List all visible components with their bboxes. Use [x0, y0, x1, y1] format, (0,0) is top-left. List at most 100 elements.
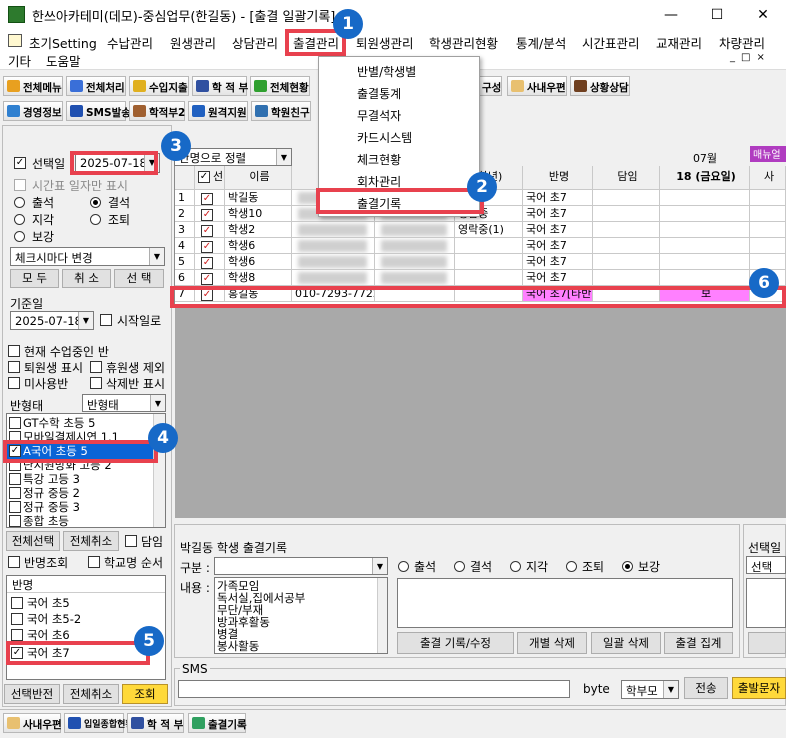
student-info[interactable]	[375, 222, 455, 238]
select-all-button[interactable]: 모 두	[10, 269, 59, 288]
attendance-mark[interactable]	[660, 190, 750, 206]
student-info[interactable]	[375, 254, 455, 270]
task-summary[interactable]: 입일종합현황	[64, 713, 134, 733]
reason-list[interactable]: 가족모임 독서실,집에서공부 무단/부재 방과후활동 병결 봉사활동	[214, 577, 388, 654]
sms-send-button[interactable]: 전송	[684, 677, 728, 699]
row-number[interactable]: 4	[175, 238, 195, 254]
tb-sms[interactable]: SMS발송	[66, 101, 131, 121]
row-checkbox[interactable]: ✓	[201, 225, 213, 237]
sms-target-select[interactable]: 학부모 ▼	[621, 680, 679, 699]
row-checkbox[interactable]: ✓	[201, 241, 213, 253]
student-extra[interactable]	[750, 190, 786, 206]
radio-present[interactable]	[14, 197, 25, 208]
radio-makeup[interactable]	[14, 231, 25, 242]
row-number[interactable]: 3	[175, 222, 195, 238]
menu-initial-setting[interactable]: 초기Setting	[29, 33, 97, 52]
menu-timetable[interactable]: 시간표관리	[582, 33, 640, 52]
student-name[interactable]: 학생6	[225, 238, 292, 254]
student-phone[interactable]	[292, 222, 375, 238]
tb-records[interactable]: 학 적 부	[192, 76, 248, 96]
student-school[interactable]	[455, 238, 523, 254]
manual-tag[interactable]: 매뉴얼	[750, 146, 786, 162]
deleted-checkbox[interactable]	[90, 377, 102, 389]
tb-remote[interactable]: 원격지원	[188, 101, 248, 121]
tb-consult[interactable]: 상황상담	[570, 76, 630, 96]
menu-students[interactable]: 원생관리	[170, 33, 216, 52]
menu-item-class-student[interactable]: 반별/학생별	[357, 63, 416, 80]
class-checkbox[interactable]	[9, 501, 21, 513]
attendance-sum-button[interactable]: 출결 집계	[664, 632, 733, 654]
tb-all-process[interactable]: 전체처리	[66, 76, 126, 96]
student-class[interactable]: 국어 초7	[523, 254, 593, 270]
select-day-checkbox[interactable]: ✓	[14, 157, 26, 169]
cancel-button[interactable]: 취 소	[62, 269, 111, 288]
class-name-item[interactable]: 국어 초5	[27, 595, 70, 611]
grid-header-cell[interactable]: ✓선택	[195, 166, 225, 190]
grid-select-all-checkbox[interactable]: ✓	[198, 171, 210, 183]
menu-textbook[interactable]: 교재관리	[656, 33, 702, 52]
attendance-mark[interactable]	[660, 206, 750, 222]
sms-message-input[interactable]	[178, 680, 570, 698]
student-phone[interactable]	[292, 254, 375, 270]
menu-item-card-system[interactable]: 카드시스템	[357, 129, 412, 146]
student-extra[interactable]	[750, 206, 786, 222]
select-all-classes-button[interactable]: 전체선택	[6, 531, 60, 551]
search-button[interactable]: 조회	[122, 684, 168, 704]
student-class[interactable]: 국어 초7	[523, 190, 593, 206]
side-textarea[interactable]	[746, 578, 786, 628]
side-select[interactable]: 선택	[746, 556, 786, 574]
tb-internal-mail[interactable]: 사내우편	[507, 76, 567, 96]
invert-selection-button[interactable]: 선택반전	[4, 684, 60, 704]
student-extra[interactable]	[750, 222, 786, 238]
grid-header-cell[interactable]: 이름	[225, 166, 292, 190]
choose-button[interactable]: 선 택	[114, 269, 164, 288]
attendance-mark[interactable]	[660, 238, 750, 254]
rec-radio-present[interactable]	[398, 561, 409, 572]
grid-cell[interactable]: ✓	[195, 206, 225, 222]
tb-friend[interactable]: 학원친구	[251, 101, 311, 121]
class-checkbox[interactable]	[9, 417, 21, 429]
class-checkbox[interactable]	[9, 487, 21, 499]
tb-all-menu[interactable]: 전체메뉴	[3, 76, 63, 96]
student-name[interactable]: 학생10	[225, 206, 292, 222]
timetable-checkbox[interactable]	[14, 179, 26, 191]
sms-template-button[interactable]: 출발문자	[732, 677, 786, 699]
student-teacher[interactable]	[593, 254, 660, 270]
student-name[interactable]: 학생6	[225, 254, 292, 270]
row-number[interactable]: 5	[175, 254, 195, 270]
reason-item[interactable]: 봉사활동	[217, 638, 259, 653]
student-info[interactable]	[375, 238, 455, 254]
class-checkbox[interactable]	[9, 515, 21, 527]
kind-select[interactable]: ▼	[214, 557, 388, 575]
start-day-checkbox[interactable]	[100, 314, 112, 326]
mdi-controls[interactable]: _□×	[730, 52, 771, 63]
student-class[interactable]: 국어 초7	[523, 206, 593, 222]
menu-counsel[interactable]: 상담관리	[232, 33, 278, 52]
rec-radio-absent[interactable]	[454, 561, 465, 572]
grid-header-cell[interactable]: 반명	[523, 166, 593, 190]
grid-cell[interactable]: ✓	[195, 238, 225, 254]
class-list[interactable]: GT수학 초등 5 모바일결제시연 1.1 ✓ A국어 초등 5 단지원방화 고…	[6, 413, 166, 528]
student-teacher[interactable]	[593, 270, 660, 286]
grid-cell[interactable]: ✓	[195, 270, 225, 286]
menu-item-check-status[interactable]: 체크현황	[357, 151, 401, 168]
student-name[interactable]: 박길동	[225, 190, 292, 206]
menu-item-attendance-stats[interactable]: 출결통계	[357, 85, 401, 102]
menu-statistics[interactable]: 통계/분석	[516, 33, 566, 52]
student-school[interactable]: 영락중(1)	[455, 222, 523, 238]
side-button[interactable]	[748, 632, 786, 654]
menu-withdrawn[interactable]: 퇴원생관리	[356, 33, 414, 52]
tb-compose[interactable]: 구성	[478, 76, 502, 96]
row-number[interactable]: 1	[175, 190, 195, 206]
tb-management[interactable]: 경영정보	[3, 101, 63, 121]
maximize-button[interactable]: ☐	[694, 0, 740, 30]
student-name[interactable]: 학생8	[225, 270, 292, 286]
grid-header-cell[interactable]	[175, 166, 195, 190]
attendance-mark[interactable]	[660, 222, 750, 238]
menu-vehicle[interactable]: 차량관리	[719, 33, 765, 52]
tb-records2[interactable]: 학적부2	[129, 101, 185, 121]
deselect-all-classes-button[interactable]: 전체취소	[63, 531, 119, 551]
grid-header-cell[interactable]: 18 (금요일)	[660, 166, 750, 190]
class-item[interactable]: 종합 초등	[23, 513, 69, 527]
record-save-button[interactable]: 출결 기록/수정	[397, 632, 514, 654]
